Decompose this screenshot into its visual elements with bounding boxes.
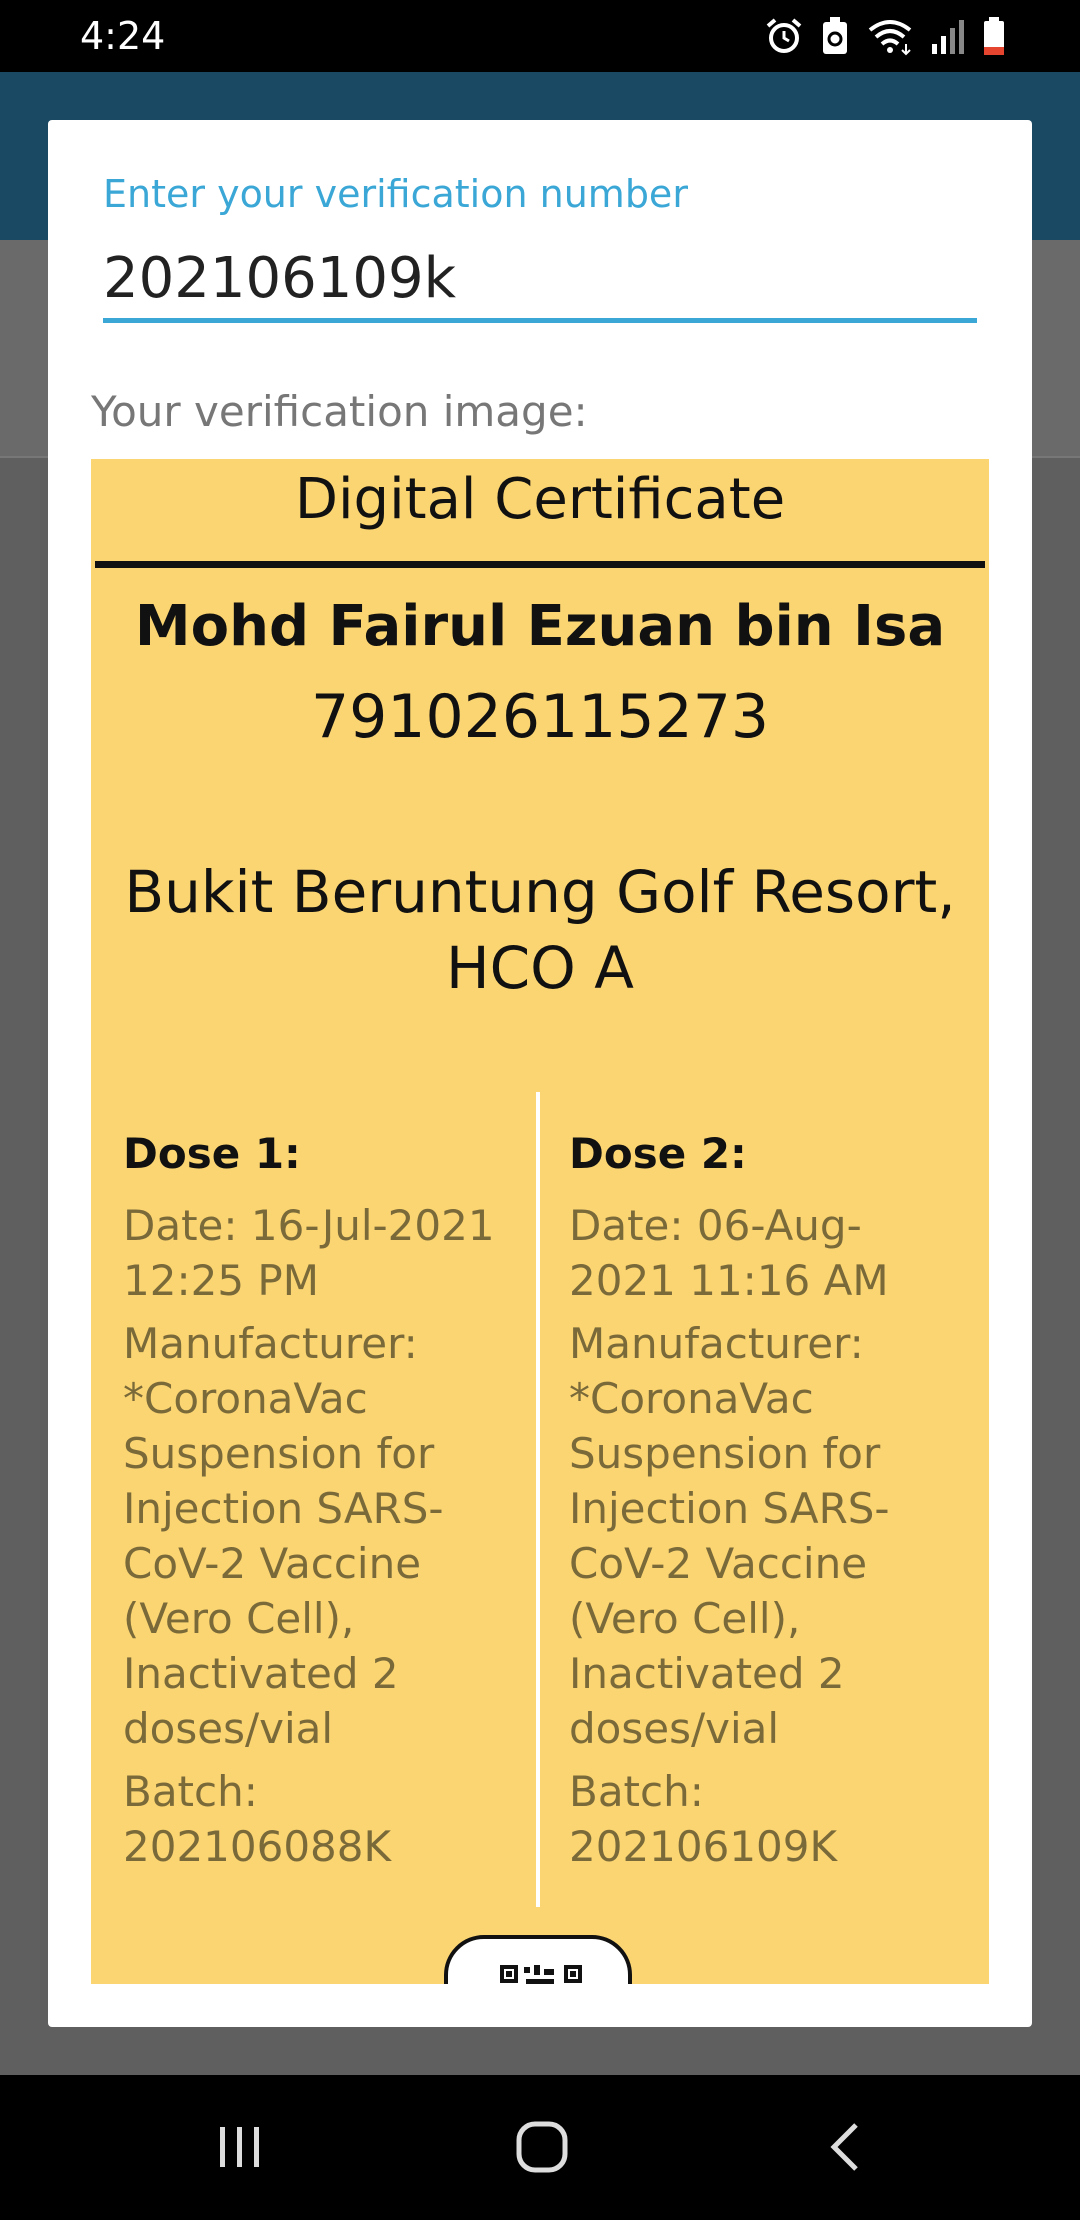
certificate-id-number: 791026115273 <box>310 682 770 752</box>
dose-batch: Batch: 202106109K <box>569 1767 838 1871</box>
dose-date: Date: 06-Aug-2021 11:16 AM <box>569 1201 889 1305</box>
status-time: 4:24 <box>80 14 166 58</box>
dose-2-section: Dose 2: Date: 06-Aug-2021 11:16 AM Manuf… <box>569 1129 949 1882</box>
home-icon <box>516 2121 568 2173</box>
recent-apps-button[interactable] <box>200 2115 280 2179</box>
verification-image: Digital Certificate Mohd Fairul Ezuan bi… <box>91 459 989 1984</box>
back-icon <box>830 2123 858 2171</box>
status-bar: 4:24 <box>0 0 1080 72</box>
recent-apps-icon <box>220 2127 259 2167</box>
dose-date: Date: 16-Jul-2021 12:25 PM <box>123 1201 495 1305</box>
qr-code-icon <box>500 1965 582 1984</box>
certificate-title: Digital Certificate <box>294 467 786 532</box>
battery-saver-icon <box>823 17 847 54</box>
location-line-2: HCO A <box>446 934 634 1002</box>
input-underline <box>103 318 977 323</box>
verification-number-input[interactable] <box>103 238 977 318</box>
verification-number-label: Enter your verification number <box>103 172 688 216</box>
verification-dialog: Enter your verification number Your veri… <box>48 120 1032 2027</box>
dose-manufacturer: Manufacturer: *CoronaVac Suspension for … <box>123 1319 444 1753</box>
alarm-icon <box>766 18 802 53</box>
certificate-divider <box>95 561 985 568</box>
navigation-bar <box>0 2075 1080 2220</box>
wifi-icon <box>868 20 912 56</box>
battery-icon <box>984 17 1004 55</box>
location-line-1: Bukit Beruntung Golf Resort, <box>124 858 956 926</box>
home-button[interactable] <box>502 2115 582 2179</box>
certificate-holder-name: Mohd Fairul Ezuan bin Isa <box>134 594 946 659</box>
dose-heading: Dose 2: <box>569 1129 747 1178</box>
dose-column-divider <box>536 1092 540 1907</box>
qr-code-tab <box>444 1935 632 1984</box>
dose-batch: Batch: 202106088K <box>123 1767 392 1871</box>
verification-image-label: Your verification image: <box>91 387 588 436</box>
dose-1-section: Dose 1: Date: 16-Jul-2021 12:25 PM Manuf… <box>123 1129 503 1882</box>
dose-heading: Dose 1: <box>123 1129 301 1178</box>
vaccination-location: Bukit Beruntung Golf Resort, HCO A <box>91 854 989 1006</box>
dose-manufacturer: Manufacturer: *CoronaVac Suspension for … <box>569 1319 890 1753</box>
back-button[interactable] <box>806 2115 886 2179</box>
signal-icon <box>932 20 964 54</box>
status-icons <box>764 14 1006 58</box>
